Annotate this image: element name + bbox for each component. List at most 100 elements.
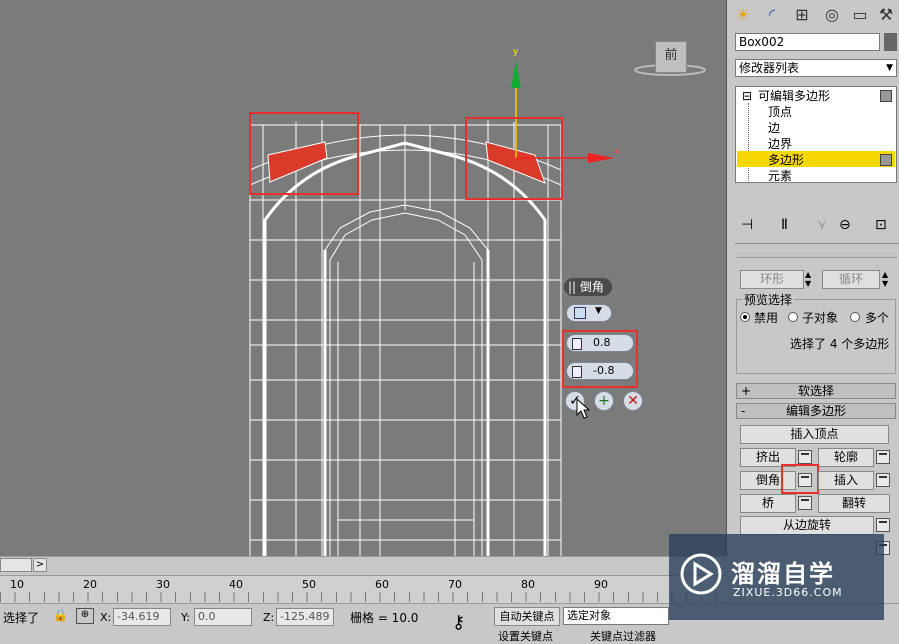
- pin-stack-icon[interactable]: ⊣: [741, 217, 753, 233]
- chevron-down-icon: ▼: [886, 63, 893, 73]
- extrude-settings-button[interactable]: [798, 450, 812, 464]
- x-coord-field[interactable]: -34.619: [113, 608, 171, 626]
- y-coord-field[interactable]: 0.0: [194, 608, 252, 626]
- time-next-button[interactable]: >: [33, 558, 47, 572]
- preview-selection-title: 预览选择: [742, 291, 795, 308]
- soft-selection-rollout[interactable]: + 软选择: [736, 383, 896, 399]
- outline-settings-button[interactable]: [876, 450, 890, 464]
- set-key-button[interactable]: 设置关键点: [498, 628, 553, 644]
- stack-item-polygon[interactable]: 多边形: [768, 152, 804, 168]
- hinge-settings-button[interactable]: [876, 518, 890, 532]
- track-bar[interactable]: 10 20 30 40 50 60 70 80 90: [0, 575, 727, 604]
- inset-settings-button[interactable]: [876, 473, 890, 487]
- insert-vertex-button[interactable]: 插入顶点: [740, 425, 889, 444]
- tick-label: 10: [10, 578, 24, 591]
- axis-y-label: y: [513, 47, 519, 57]
- tick-label: 60: [375, 578, 389, 591]
- z-coord-field[interactable]: -125.489: [276, 608, 334, 626]
- lock-icon[interactable]: 🔒: [53, 608, 68, 624]
- watermark-url: ZIXUE.3D66.COM: [733, 586, 843, 599]
- bridge-button[interactable]: 桥: [740, 494, 796, 513]
- auto-key-button[interactable]: 自动关键点: [494, 607, 560, 626]
- utilities-tab-hammer-icon[interactable]: ⚒: [874, 3, 898, 27]
- outline-icon: [572, 366, 582, 378]
- edit-polygons-rollout[interactable]: - 编辑多边形: [736, 403, 896, 419]
- caddy-type-dropdown[interactable]: ▼: [566, 304, 612, 322]
- object-name-field[interactable]: Box002: [735, 33, 880, 51]
- stack-toolbar: ⊣ Ⅱ ⋎ ⊖ ⊡: [735, 215, 897, 239]
- preview-disable-radio[interactable]: [740, 312, 750, 322]
- caddy-cancel-button[interactable]: ✕: [623, 391, 643, 411]
- preview-subobject-label: 子对象: [802, 311, 839, 325]
- selection-status: 选择了 4 个多边形: [790, 337, 890, 351]
- time-slider-thumb[interactable]: [0, 558, 32, 572]
- annotation-box-left-polygon: [249, 112, 359, 195]
- x-icon: ✕: [627, 393, 639, 409]
- tick-label: 30: [156, 578, 170, 591]
- stack-item-border[interactable]: 边界: [768, 136, 792, 152]
- make-unique-icon[interactable]: ⋎: [817, 217, 827, 233]
- viewcube[interactable]: 前: [655, 41, 687, 73]
- loop-button[interactable]: 循环: [822, 270, 880, 289]
- hinge-from-edge-button[interactable]: 从边旋转: [740, 516, 874, 535]
- key-icon[interactable]: ⚷: [452, 612, 465, 633]
- grid-size-label: 栅格 = 10.0: [350, 611, 419, 625]
- modifier-list-dropdown[interactable]: 修改器列表 ▼: [735, 59, 897, 77]
- axis-x-label: x: [614, 147, 620, 157]
- caddy-apply-button[interactable]: +: [594, 391, 614, 411]
- transform-mode-icon[interactable]: ⊕: [76, 608, 94, 624]
- stack-item-vertex[interactable]: 顶点: [768, 104, 792, 120]
- configure-sets-icon[interactable]: ⊡: [875, 217, 887, 233]
- preview-multi-label: 多个: [865, 311, 890, 325]
- outline-button[interactable]: 轮廓: [818, 448, 874, 467]
- preview-multi-radio[interactable]: [850, 312, 860, 322]
- ring-button[interactable]: 环形: [740, 270, 804, 289]
- stack-item-polygon-highlight[interactable]: [737, 151, 895, 167]
- modify-tab-icon[interactable]: ◜: [760, 3, 784, 27]
- chevron-down-icon: ▼: [595, 306, 602, 316]
- soft-selection-title: 软选择: [797, 384, 834, 398]
- annotation-box-bevel-settings: [781, 464, 819, 494]
- ring-spinner[interactable]: ▲ ▼: [805, 270, 814, 289]
- loop-spinner[interactable]: ▲ ▼: [882, 270, 891, 289]
- caddy-height-field[interactable]: 0.8: [566, 334, 634, 352]
- watermark-title: 溜溜自学: [731, 560, 835, 588]
- tick-label: 90: [594, 578, 608, 591]
- x-coord-label: X:: [100, 611, 112, 624]
- caddy-title[interactable]: || 倒角: [564, 278, 612, 296]
- bridge-settings-button[interactable]: [798, 496, 812, 510]
- height-icon: [572, 338, 582, 350]
- object-color-swatch[interactable]: [884, 33, 897, 51]
- hierarchy-tab-icon[interactable]: ⊞: [790, 3, 814, 27]
- modifier-stack[interactable]: ⊟ 可编辑多边形 顶点 边 边界 多边形 元素: [735, 86, 897, 183]
- z-coord-label: Z:: [263, 611, 275, 624]
- selection-set-dropdown[interactable]: 选定对象: [563, 607, 669, 625]
- tick-label: 80: [521, 578, 535, 591]
- display-tab-icon[interactable]: ▭: [848, 3, 872, 27]
- caddy-outline-field[interactable]: -0.8: [566, 362, 634, 380]
- time-slider[interactable]: >: [0, 556, 727, 575]
- preview-subobject-radio[interactable]: [788, 312, 798, 322]
- stack-item-element[interactable]: 元素: [768, 168, 792, 184]
- tick-label: 50: [302, 578, 316, 591]
- key-filters-button[interactable]: 关键点过滤器: [590, 628, 656, 644]
- tick-label: 20: [83, 578, 97, 591]
- flip-button[interactable]: 翻转: [818, 494, 890, 513]
- watermark-logo: 溜溜自学 ZIXUE.3D66.COM: [669, 534, 884, 620]
- stack-item-toggle[interactable]: [880, 154, 892, 166]
- remove-modifier-icon[interactable]: ⊖: [839, 217, 851, 233]
- stack-root-editable-poly[interactable]: 可编辑多边形: [758, 88, 830, 104]
- show-end-result-icon[interactable]: Ⅱ: [781, 217, 788, 233]
- stack-collapse-icon[interactable]: ⊟: [742, 88, 752, 104]
- y-coord-label: Y:: [181, 611, 190, 624]
- play-logo-icon: [680, 553, 722, 595]
- tick-label: 40: [229, 578, 243, 591]
- viewport-front[interactable]: y x 前 || 倒角 ▼ 0.8 -0.8 ✓ + ✕: [0, 0, 727, 556]
- stack-root-toggle[interactable]: [880, 90, 892, 102]
- motion-tab-icon[interactable]: ◎: [820, 3, 844, 27]
- plus-icon: +: [598, 393, 610, 409]
- stack-item-edge[interactable]: 边: [768, 120, 780, 136]
- caddy-outline-value: -0.8: [593, 364, 615, 377]
- inset-button[interactable]: 插入: [818, 471, 874, 490]
- create-tab-sun-icon[interactable]: ☀: [731, 3, 755, 27]
